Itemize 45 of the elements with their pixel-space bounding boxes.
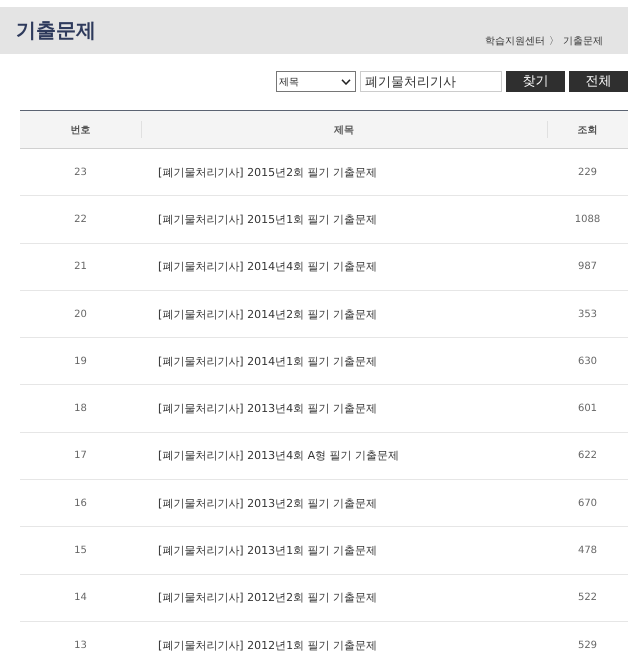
- post-number: 20: [74, 308, 87, 320]
- column-header: 조회: [578, 124, 598, 136]
- post-number: 14: [74, 592, 87, 604]
- view-count: 622: [578, 450, 598, 462]
- post-number: 21: [74, 261, 87, 272]
- view-count: 478: [578, 545, 598, 556]
- search-button[interactable]: 찾기: [506, 71, 565, 92]
- view-count: 670: [578, 498, 598, 509]
- search-type-select[interactable]: 제목: [276, 71, 356, 92]
- column-header: 번호: [70, 124, 90, 136]
- page-title: 기출문제: [16, 17, 96, 44]
- post-title-link[interactable]: [폐기물처리기사] 2012년1회 필기 기출문제: [158, 638, 378, 652]
- breadcrumb-link[interactable]: 기출문제: [563, 35, 603, 48]
- post-title-link[interactable]: [폐기물처리기사] 2013년1회 필기 기출문제: [158, 544, 378, 558]
- post-number: 17: [74, 450, 87, 462]
- chevron-down-icon: [341, 78, 351, 84]
- post-number: 15: [74, 545, 87, 556]
- view-count: 630: [578, 356, 598, 367]
- post-number: 16: [74, 498, 87, 509]
- column-header: 제목: [334, 124, 354, 136]
- view-count: 1088: [574, 214, 600, 225]
- post-title-link[interactable]: [폐기물처리기사] 2014년2회 필기 기출문제: [158, 308, 378, 321]
- post-number: 18: [74, 403, 87, 414]
- view-count: 601: [578, 403, 598, 414]
- breadcrumb-separator: 〉: [549, 35, 559, 48]
- post-title-link[interactable]: [폐기물처리기사] 2014년1회 필기 기출문제: [158, 354, 378, 368]
- view-count: 987: [578, 261, 598, 272]
- post-title-link[interactable]: [폐기물처리기사] 2014년4회 필기 기출문제: [158, 260, 378, 274]
- post-number: 22: [74, 214, 87, 225]
- post-title-link[interactable]: [폐기물처리기사] 2015년1회 필기 기출문제: [158, 212, 378, 226]
- view-count: 522: [578, 592, 598, 604]
- post-title-link[interactable]: [폐기물처리기사] 2013년2회 필기 기출문제: [158, 496, 378, 510]
- view-count: 529: [578, 640, 598, 651]
- view-count: 229: [578, 166, 598, 178]
- view-count: 353: [578, 308, 598, 320]
- breadcrumb-link[interactable]: 학습지원센터: [485, 35, 545, 48]
- post-number: 13: [74, 640, 87, 651]
- post-title-link[interactable]: [폐기물처리기사] 2013년4회 필기 기출문제: [158, 402, 378, 416]
- post-number: 23: [74, 166, 87, 178]
- post-title-link[interactable]: [폐기물처리기사] 2013년4회 A형 필기 기출문제: [158, 449, 400, 462]
- show-all-button[interactable]: 전체: [569, 71, 628, 92]
- post-title-link[interactable]: [폐기물처리기사] 2015년2회 필기 기출문제: [158, 166, 378, 179]
- post-title-link[interactable]: [폐기물처리기사] 2012년2회 필기 기출문제: [158, 591, 378, 604]
- post-number: 19: [74, 356, 87, 367]
- search-field[interactable]: 폐기물처리기사: [360, 71, 502, 92]
